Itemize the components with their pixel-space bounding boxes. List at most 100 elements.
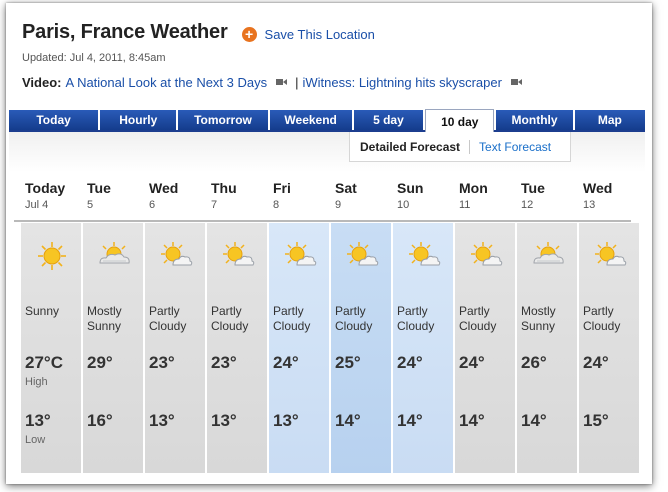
condition-text: Partly Cloudy — [459, 304, 496, 334]
condition-text: Partly Cloudy — [211, 304, 248, 334]
day-header: Fri 8 — [273, 180, 335, 211]
day-name: Sat — [335, 180, 357, 196]
tab-weekend[interactable]: Weekend — [269, 110, 352, 130]
day-date: 11 — [459, 199, 471, 211]
condition-text: Partly Cloudy — [397, 304, 434, 334]
forecast-view-switch: Detailed Forecast Text Forecast — [349, 132, 571, 162]
condition-line-2: Sunny — [521, 319, 556, 333]
plus-icon: + — [241, 26, 257, 42]
partly-cloudy-icon — [469, 241, 503, 271]
day-name: Thu — [211, 180, 237, 196]
high-temp: 24° — [397, 353, 423, 372]
day-header: Thu 7 — [211, 180, 273, 211]
day-date: 12 — [521, 199, 534, 211]
low-temp: 15° — [583, 411, 609, 430]
day-header: Tue 5 — [87, 180, 149, 211]
day-forecast-column[interactable]: Mostly Sunny 26° 14° — [517, 223, 577, 473]
high-temp: 23° — [149, 353, 175, 372]
switch-divider — [469, 139, 471, 154]
save-location-label[interactable]: Save This Location — [265, 27, 375, 42]
tab-5-day[interactable]: 5 day — [353, 110, 424, 130]
low-temp: 13° — [25, 411, 51, 430]
day-forecast-column[interactable]: Partly Cloudy 24° 13° — [269, 223, 329, 473]
video-label: Video: — [22, 75, 62, 90]
day-header: Wed 13 — [583, 180, 645, 211]
sun-icon — [35, 241, 69, 271]
detailed-forecast-toggle[interactable]: Detailed Forecast — [360, 140, 460, 154]
partly-cloudy-icon — [345, 241, 379, 271]
low-temp: 14° — [397, 411, 423, 430]
low-temp: 14° — [459, 411, 485, 430]
forecast-tabs: Today Hourly Tomorrow Weekend 5 day 10 d… — [9, 108, 645, 132]
tab-map[interactable]: Map — [574, 110, 645, 130]
condition-line-2: Cloudy — [273, 319, 311, 333]
day-header: Sat 9 — [335, 180, 397, 211]
save-location-button[interactable]: + Save This Location — [241, 26, 375, 42]
condition-line-1: Mostly — [87, 304, 122, 318]
condition-line-1: Partly — [397, 304, 428, 318]
day-forecast-column[interactable]: Sunny 27°C High 13° Low — [21, 223, 81, 473]
condition-line-1: Partly — [273, 304, 304, 318]
condition-line-2: Cloudy — [397, 319, 435, 333]
high-temp: 24° — [459, 353, 485, 372]
partly-cloudy-icon — [407, 241, 441, 271]
day-date: 7 — [211, 199, 218, 211]
video-camera-icon — [510, 78, 523, 87]
day-date: 6 — [149, 199, 156, 211]
partly-cloudy-icon — [593, 241, 627, 271]
day-forecast-column[interactable]: Partly Cloudy 23° 13° — [145, 223, 205, 473]
day-name: Tue — [87, 180, 111, 196]
video-link-iwitness[interactable]: iWitness: Lightning hits skyscraper — [303, 75, 502, 90]
condition-line-2: Cloudy — [149, 319, 187, 333]
condition-text: Partly Cloudy — [273, 304, 310, 334]
day-forecast-column[interactable]: Partly Cloudy 24° 14° — [455, 223, 515, 473]
text-forecast-link[interactable]: Text Forecast — [479, 140, 551, 154]
title-row: Paris, France Weather + Save This Locati… — [22, 21, 375, 44]
condition-line-2: Cloudy — [583, 319, 621, 333]
video-link-national-look[interactable]: A National Look at the Next 3 Days — [66, 75, 268, 90]
condition-line-1: Mostly — [521, 304, 556, 318]
day-header: Mon 11 — [459, 180, 521, 211]
tab-tomorrow[interactable]: Tomorrow — [178, 110, 268, 130]
day-forecast-column[interactable]: Partly Cloudy 24° 15° — [579, 223, 639, 473]
mostly-sunny-icon — [531, 241, 565, 271]
condition-line-1: Sunny — [25, 304, 60, 318]
tab-today[interactable]: Today — [9, 110, 99, 130]
day-forecast-column[interactable]: Mostly Sunny 29° 16° — [83, 223, 143, 473]
day-forecast-column[interactable]: Partly Cloudy 23° 13° — [207, 223, 267, 473]
high-temp: 29° — [87, 353, 113, 372]
video-row: Video: A National Look at the Next 3 Day… — [22, 75, 530, 90]
partly-cloudy-icon — [221, 241, 255, 271]
condition-text: Sunny — [25, 304, 59, 319]
tab-monthly[interactable]: Monthly — [496, 110, 573, 130]
day-date: Jul 4 — [25, 199, 49, 211]
low-temp: 14° — [521, 411, 547, 430]
day-name: Sun — [397, 180, 424, 196]
day-header: Tue 12 — [521, 180, 583, 211]
day-forecast-column[interactable]: Partly Cloudy 25° 14° — [331, 223, 391, 473]
high-temp: 23° — [211, 353, 237, 372]
video-camera-icon — [276, 78, 288, 87]
day-name: Tue — [521, 180, 545, 196]
day-header: Wed 6 — [149, 180, 211, 211]
day-date: 5 — [87, 199, 94, 211]
day-forecast-column[interactable]: Partly Cloudy 24° 14° — [393, 223, 453, 473]
tab-hourly[interactable]: Hourly — [100, 110, 177, 130]
condition-line-2: Sunny — [87, 319, 122, 333]
condition-line-2: Cloudy — [211, 319, 249, 333]
day-header: Today Jul 4 — [25, 180, 87, 211]
high-label: High — [25, 376, 48, 388]
tab-10-day[interactable]: 10 day — [425, 109, 495, 132]
video-separator: | — [295, 75, 299, 90]
condition-text: Partly Cloudy — [583, 304, 620, 334]
condition-text: Partly Cloudy — [335, 304, 372, 334]
low-temp: 13° — [149, 411, 175, 430]
day-header: Sun 10 — [397, 180, 459, 211]
condition-line-1: Partly — [459, 304, 490, 318]
day-date: 13 — [583, 199, 596, 211]
page-title: Paris, France Weather — [22, 21, 228, 43]
condition-line-2: Cloudy — [459, 319, 497, 333]
high-temp: 24° — [583, 353, 609, 372]
condition-line-1: Partly — [211, 304, 242, 318]
day-name: Today — [25, 180, 66, 196]
